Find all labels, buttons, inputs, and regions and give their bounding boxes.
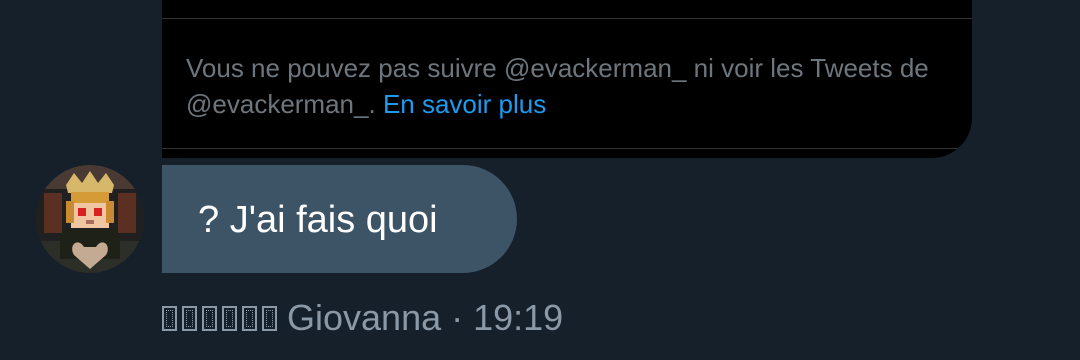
direct-message-view: Vous ne pouvez pas suivre @evackerman_ n… xyxy=(0,0,1080,360)
card-divider xyxy=(162,18,972,19)
missing-glyph-icon xyxy=(202,305,217,331)
notice-text: Vous ne pouvez pas suivre @evackerman_ n… xyxy=(186,53,929,119)
message-bubble[interactable]: ? J'ai fais quoi xyxy=(162,165,517,273)
user-avatar-icon xyxy=(36,165,144,273)
meta-separator: · xyxy=(451,297,464,338)
message-time: 19:19 xyxy=(473,297,564,338)
sender-emoji-glyphs: ▯ ▯ ▯ ▯ ▯ ▯ xyxy=(162,305,277,331)
sender-avatar[interactable] xyxy=(36,165,144,273)
restricted-tweet-notice: Vous ne pouvez pas suivre @evackerman_ n… xyxy=(186,50,946,122)
message-meta: ▯ ▯ ▯ ▯ ▯ ▯ Giovanna · 19:19 xyxy=(162,296,563,340)
missing-glyph-icon xyxy=(262,305,277,331)
card-divider xyxy=(162,148,972,149)
quoted-tweet-card[interactable]: Vous ne pouvez pas suivre @evackerman_ n… xyxy=(162,0,972,158)
missing-glyph-icon xyxy=(222,305,237,331)
missing-glyph-icon xyxy=(242,305,257,331)
missing-glyph-icon xyxy=(182,305,197,331)
missing-glyph-icon xyxy=(162,305,177,331)
message-text: ? J'ai fais quoi xyxy=(198,199,438,241)
learn-more-link[interactable]: En savoir plus xyxy=(383,89,546,119)
sender-name[interactable]: Giovanna xyxy=(287,297,441,339)
